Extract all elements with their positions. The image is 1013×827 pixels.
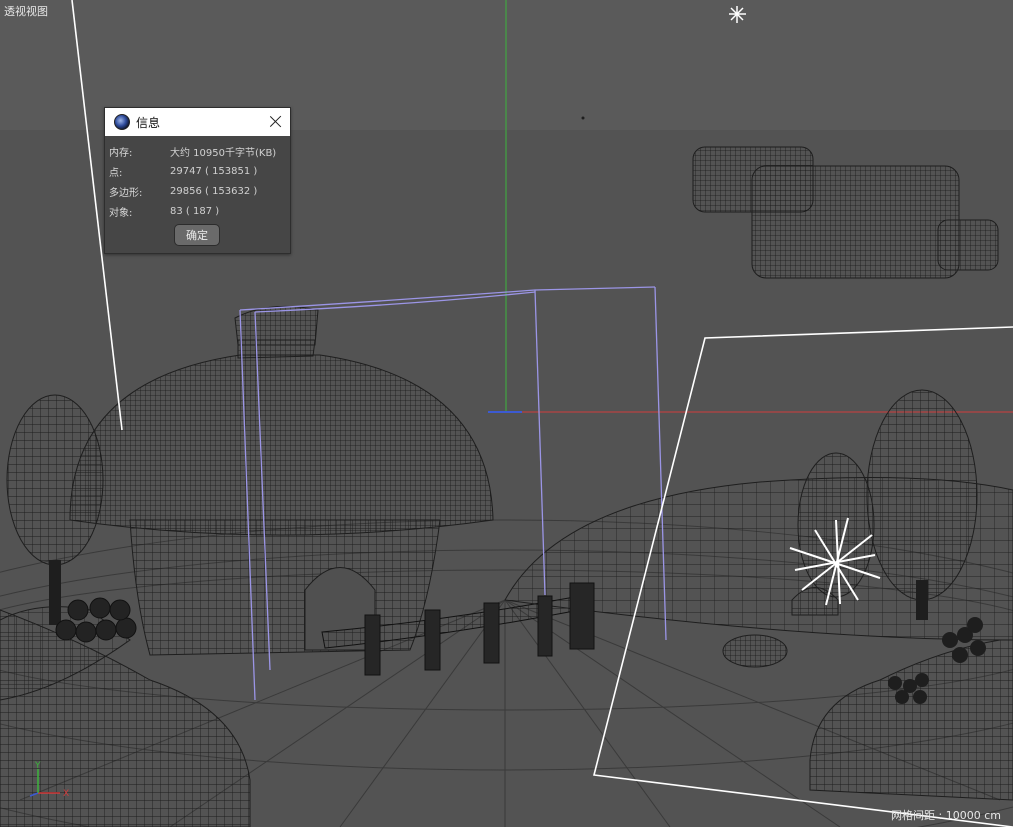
axis-y-label: Y xyxy=(34,761,41,771)
info-label: 多边形: xyxy=(109,187,143,199)
info-value: 29856 ( 153632 ) xyxy=(170,185,258,197)
info-row-memory: 内存: 大约 10950千字节(KB) xyxy=(105,141,290,161)
info-label: 对象: xyxy=(109,207,133,219)
cinema4d-logo-icon xyxy=(114,114,130,130)
close-icon[interactable] xyxy=(267,113,284,130)
info-value: 大约 10950千字节(KB) xyxy=(170,147,277,159)
dialog-title: 信息 xyxy=(136,115,161,130)
axis-x-label: X xyxy=(63,789,69,799)
info-value: 83 ( 187 ) xyxy=(170,205,220,217)
info-dialog[interactable]: 信息 内存: 大约 10950千字节(KB) 点: 29747 ( 153851… xyxy=(104,107,291,254)
dialog-titlebar[interactable]: 信息 xyxy=(105,108,290,136)
grid-spacing-label: 网格间距 : 10000 cm xyxy=(891,809,1001,822)
viewport-label: 透视视图 xyxy=(4,5,48,18)
info-label: 内存: xyxy=(109,147,133,159)
info-label: 点: xyxy=(109,167,123,179)
stone xyxy=(722,634,788,668)
info-value: 29747 ( 153851 ) xyxy=(170,165,258,177)
axis-gizmo: X Y xyxy=(29,761,69,799)
perspective-viewport[interactable]: 透视视图 X Y 网格间距 : 10000 cm 信息 内存: 大约 10950… xyxy=(0,0,1013,827)
info-row-polygons: 多边形: 29856 ( 153632 ) xyxy=(105,181,290,201)
info-row-points: 点: 29747 ( 153851 ) xyxy=(105,161,290,181)
ok-button[interactable]: 确定 xyxy=(174,224,220,246)
info-row-objects: 对象: 83 ( 187 ) xyxy=(105,201,290,221)
info-list: 内存: 大约 10950千字节(KB) 点: 29747 ( 153851 ) … xyxy=(105,136,290,221)
